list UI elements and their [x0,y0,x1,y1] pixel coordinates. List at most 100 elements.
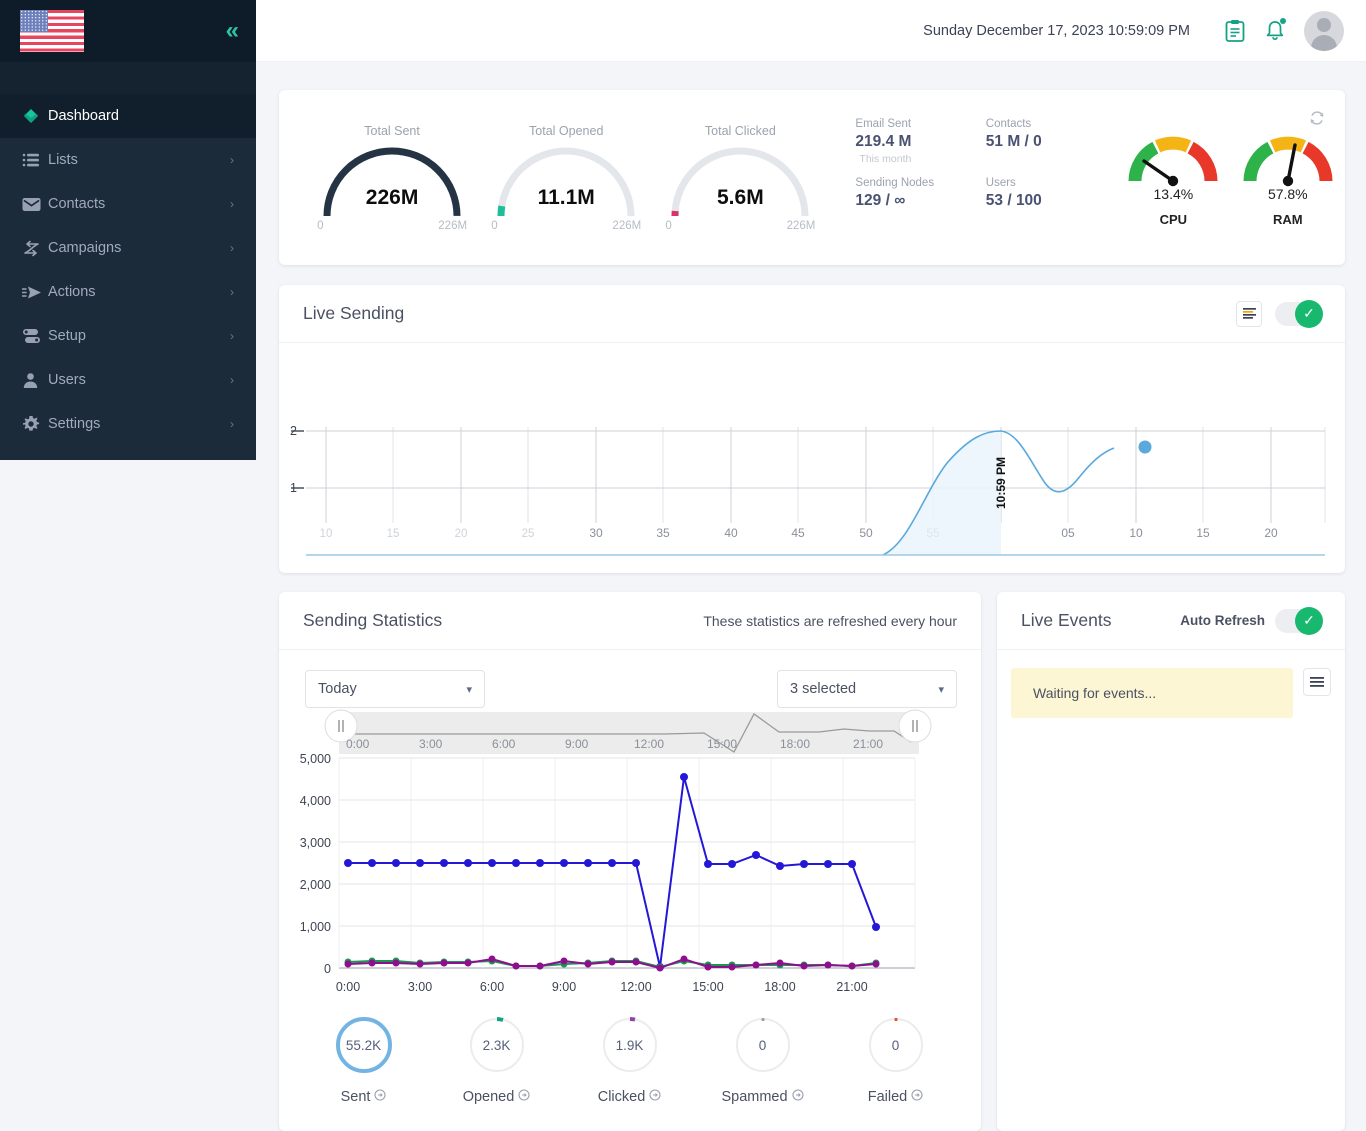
sending-statistics-subtitle: These statistics are refreshed every hou… [703,613,957,629]
live-sending-toggle[interactable]: ✓ [1275,302,1321,326]
info-icon[interactable] [374,1089,386,1105]
info-icon[interactable] [792,1089,804,1105]
sidebar-item-label: Contacts [48,196,230,212]
top-header: Sunday December 17, 2023 10:59:09 PM [256,0,1366,62]
gauge-value: 11.1M [491,186,641,210]
sending-counters: 55.2K Sent 2.3K Op [279,1005,981,1105]
counter-value: 0 [864,1013,928,1077]
live-events-card: Live Events Auto Refresh ✓ Waiting for e… [997,592,1345,1131]
live-sending-annotation: 10:59 PM [994,457,1008,509]
counter-label: Opened [463,1089,515,1105]
kpi-label: Contacts [986,118,1116,130]
sidebar: « Dashboard Lists › [0,0,256,460]
sidebar-item-contacts[interactable]: Contacts › [0,182,256,226]
svg-text:15:00: 15:00 [692,980,723,994]
us-flag-icon[interactable] [20,10,84,52]
cpu-label: CPU [1116,212,1230,227]
gauge-min: 0 [317,220,323,232]
chevron-double-left-icon[interactable]: « [226,19,234,43]
meter-ram: 57.8% RAM [1231,129,1345,227]
list-icon [22,152,48,168]
sending-statistics-title: Sending Statistics [303,610,442,631]
cpu-gauge-dial [1127,129,1219,187]
counter-label: Sent [341,1089,371,1105]
list-menu-icon[interactable] [1236,301,1262,327]
svg-text:3,000: 3,000 [300,836,331,850]
diamond-icon [22,107,48,125]
counter-label: Clicked [598,1089,646,1105]
info-icon[interactable] [911,1089,923,1105]
svg-text:18:00: 18:00 [780,737,810,751]
sidebar-item-campaigns[interactable]: Campaigns › [0,226,256,270]
series-sent-points [344,773,880,971]
counter-opened[interactable]: 2.3K Opened [430,1013,563,1105]
counter-value: 0 [731,1013,795,1077]
svg-text:45: 45 [791,526,805,540]
header-datetime: Sunday December 17, 2023 10:59:09 PM [923,23,1190,39]
gauge-max: 226M [612,220,641,232]
kpi-label: Users [986,177,1116,189]
sidebar-item-actions[interactable]: Actions › [0,270,256,314]
svg-text:10: 10 [320,528,333,540]
gauge-title: Total Clicked [653,124,827,138]
sidebar-item-label: Users [48,372,230,388]
svg-text:5,000: 5,000 [300,752,331,766]
svg-text:35: 35 [656,526,670,540]
user-avatar[interactable] [1304,11,1344,51]
chevron-right-icon: › [230,241,234,255]
info-icon[interactable] [518,1089,530,1105]
counter-spammed[interactable]: 0 Spammed [696,1013,829,1105]
svg-text:1,000: 1,000 [300,920,331,934]
svg-text:3:00: 3:00 [408,980,432,994]
counter-value: 2.3K [465,1013,529,1077]
live-sending-chart: 2 1 10 15 20 25 30 35 40 45 50 55 05 10 … [279,343,1345,576]
metrics-select[interactable]: 3 selected ▾ [777,670,957,708]
list-menu-icon[interactable] [1303,668,1331,696]
sidebar-item-users[interactable]: Users › [0,358,256,402]
kpi-email-sent: Email Sent 219.4 M This month [855,118,985,165]
refresh-icon[interactable] [1309,110,1325,131]
bell-icon[interactable] [1264,19,1286,43]
meter-cpu: 13.4% CPU [1116,129,1230,227]
svg-text:18:00: 18:00 [764,980,795,994]
check-icon: ✓ [1295,300,1323,328]
svg-text:4,000: 4,000 [300,794,331,808]
svg-text:15: 15 [387,528,400,540]
gauge-max: 226M [787,220,816,232]
period-select[interactable]: Today ▾ [305,670,485,708]
counter-value: 55.2K [332,1013,396,1077]
gauge-title: Total Opened [479,124,653,138]
kpi-sublabel: This month [855,153,985,165]
kpi-value: 219.4 M [855,133,985,151]
sidebar-item-settings[interactable]: Settings › [0,402,256,446]
gauge-max: 226M [438,220,467,232]
cpu-percent: 13.4% [1116,186,1230,202]
chevron-right-icon: › [230,329,234,343]
chevron-right-icon: › [230,373,234,387]
user-icon [22,372,48,389]
sidebar-item-dashboard[interactable]: Dashboard [0,94,256,138]
sidebar-item-lists[interactable]: Lists › [0,138,256,182]
svg-text:12:00: 12:00 [620,980,651,994]
kpi-label: Email Sent [855,118,985,130]
check-icon: ✓ [1295,607,1323,635]
send-icon [22,285,48,300]
counter-sent[interactable]: 55.2K Sent [297,1013,430,1105]
clipboard-icon[interactable] [1224,19,1246,43]
info-icon[interactable] [649,1089,661,1105]
live-events-title: Live Events [1021,610,1111,631]
sidebar-item-label: Lists [48,152,230,168]
counter-clicked[interactable]: 1.9K Clicked [563,1013,696,1105]
sending-statistics-card: Sending Statistics These statistics are … [279,592,981,1131]
counter-label: Spammed [721,1089,787,1105]
svg-text:0:00: 0:00 [346,737,370,751]
svg-text:15:00: 15:00 [707,737,737,751]
sidebar-item-setup[interactable]: Setup › [0,314,256,358]
auto-refresh-toggle[interactable]: ✓ [1275,609,1321,633]
summary-stats-card: Total Sent 226M 0 226M Total Opened [279,90,1345,265]
kpi-value: 53 / 100 [986,192,1116,210]
counter-failed[interactable]: 0 Failed [829,1013,962,1105]
svg-text:21:00: 21:00 [836,980,867,994]
kpi-value: 51 M / 0 [986,133,1116,151]
live-events-header: Live Events Auto Refresh ✓ [997,592,1345,650]
